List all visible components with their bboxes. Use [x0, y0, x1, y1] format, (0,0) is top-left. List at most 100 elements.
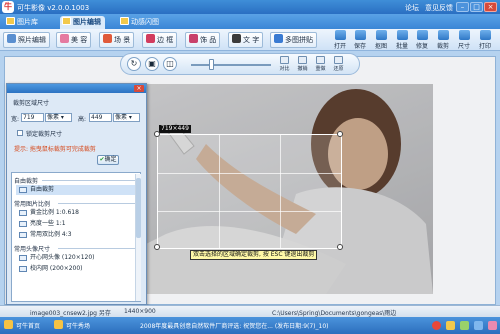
close-icon[interactable]: × [484, 2, 497, 12]
ratio-icon [19, 232, 27, 238]
title-bar: 牛 可牛影像 v2.0.0.1003 论坛 意见反馈 – □ × [0, 0, 500, 14]
scene-icon [103, 34, 112, 43]
minimize-icon[interactable]: – [456, 2, 469, 12]
feedback-link[interactable]: 意见反馈 [425, 3, 453, 13]
avatar-icon [19, 266, 27, 272]
lock-ratio-checkbox[interactable] [17, 130, 23, 136]
list-item[interactable]: 自由裁剪 [16, 185, 138, 195]
text-icon [232, 34, 241, 43]
height-label: 高: [78, 116, 87, 123]
height-input[interactable]: 449 [89, 113, 112, 122]
tab-animation[interactable]: 动感闪图 [118, 16, 163, 29]
crop-panel-header: × [7, 84, 146, 93]
zoom-slider-handle[interactable] [209, 59, 214, 70]
repair-button[interactable]: 修复 [414, 30, 430, 50]
crop-selection[interactable] [154, 131, 343, 250]
photo-edit-button[interactable]: 照片编辑 [3, 32, 50, 48]
undo-button[interactable]: 撤销 [295, 56, 310, 74]
divider [42, 180, 138, 181]
mail-icon[interactable] [446, 321, 455, 330]
crop-panel-title: 裁剪区域尺寸 [13, 100, 50, 107]
showroom-icon [54, 320, 63, 329]
undo-icon [298, 56, 307, 64]
width-unit-select[interactable]: 像素 ▾ [45, 113, 72, 122]
group-header: 常用图片比例 [14, 201, 51, 208]
zoom-slider[interactable] [191, 64, 271, 66]
fit-screen-icon[interactable]: ▣ [145, 57, 159, 71]
ratio-icon [19, 221, 27, 227]
crop-button[interactable]: 裁剪 [435, 30, 451, 50]
list-item[interactable]: 常用双比例 4:3 [16, 230, 138, 240]
status-path: C:\Users\Spring\Documents\gongeas\雨边 [272, 310, 397, 317]
scrollbar-thumb[interactable] [136, 178, 141, 238]
save-icon [354, 30, 366, 40]
cutout-icon [375, 30, 387, 40]
group-header: 自由裁剪 [14, 178, 39, 185]
crop-preset-list: 自由裁剪 自由裁剪 常用图片比例 黄金比例 1:0.618 亮度一些 1:1 常… [11, 172, 141, 302]
repair-icon [416, 30, 428, 40]
toolbar: 照片编辑 美 容 场 景 边 框 饰 品 文 字 多图拼贴 打开 保存 抠图 批… [0, 29, 500, 51]
size-button[interactable]: 尺寸 [456, 30, 472, 50]
photo-canvas[interactable]: 719×449 双击选择的区域确定裁剪, 按 ESC 键退出裁剪 [146, 84, 433, 294]
forum-link[interactable]: 论坛 [405, 3, 419, 13]
settings-icon[interactable] [474, 321, 483, 330]
width-label: 宽: [11, 116, 20, 123]
notification-icon[interactable] [432, 321, 441, 330]
open-button[interactable]: 打开 [332, 30, 348, 50]
crop-handle-top-right[interactable] [337, 131, 343, 137]
avatar-icon [19, 255, 27, 261]
ratio-icon [19, 210, 27, 216]
close-icon[interactable]: × [134, 85, 144, 92]
crop-tip: 提示: 拖曳鼠标裁剪可完成裁剪 [14, 146, 96, 153]
list-item[interactable]: 亮度一些 1:1 [16, 219, 138, 229]
home-icon [4, 320, 13, 329]
bottom-bar: 可牛首页 可牛秀场 2008年度最具创意自然软件厂商评选: 祝贺您在... (发… [0, 317, 500, 334]
collage-button[interactable]: 多图拼贴 [270, 32, 317, 48]
compare-button[interactable]: 对比 [277, 56, 292, 74]
ok-button[interactable]: ✔确定 [97, 155, 119, 165]
restore-button[interactable]: 还原 [331, 56, 346, 74]
printer-icon [479, 30, 491, 40]
width-input[interactable]: 719 [21, 113, 44, 122]
collage-icon [274, 34, 283, 43]
list-item[interactable]: 开心网头像 (120×120) [16, 253, 138, 263]
print-button[interactable]: 打印 [477, 30, 493, 50]
accessory-button[interactable]: 饰 品 [185, 32, 221, 48]
image-edit-icon [62, 17, 71, 25]
beauty-button[interactable]: 美 容 [56, 32, 92, 48]
news-ticker[interactable]: 2008年度最具创意自然软件厂商评选: 祝贺您在... (发布日期:9(7)_1… [140, 321, 328, 330]
tab-image-edit[interactable]: 图片编辑 [60, 16, 105, 29]
crop-grid-line [158, 211, 341, 212]
crop-icon [19, 187, 27, 193]
actual-size-icon[interactable]: ◫ [163, 57, 177, 71]
frame-icon [146, 34, 155, 43]
cutout-button[interactable]: 抠图 [373, 30, 389, 50]
crop-handle-bottom-left[interactable] [154, 244, 160, 250]
tab-image-library[interactable]: 图片库 [4, 16, 42, 29]
share-icon[interactable] [460, 321, 469, 330]
status-bar: image003_cnsew2.jpg 另存 1440×900 C:\Users… [0, 305, 500, 317]
showroom-link[interactable]: 可牛秀场 [66, 321, 90, 330]
height-unit-select[interactable]: 像素 ▾ [113, 113, 140, 122]
rotate-icon[interactable]: ↻ [127, 57, 141, 71]
redo-icon [316, 56, 325, 64]
status-filename: image003_cnsew2.jpg 另存 [30, 310, 111, 317]
crop-handle-top-left[interactable] [154, 131, 160, 137]
frame-button[interactable]: 边 框 [142, 32, 178, 48]
save-button[interactable]: 保存 [352, 30, 368, 50]
app-title: 可牛影像 v2.0.0.1003 [17, 4, 90, 12]
list-item[interactable]: 黄金比例 1:0.618 [16, 208, 138, 218]
home-link[interactable]: 可牛首页 [16, 321, 40, 330]
beauty-icon [60, 34, 69, 43]
crop-size-label: 719×449 [159, 125, 191, 133]
list-scrollbar[interactable] [135, 174, 141, 301]
maximize-icon[interactable]: □ [470, 2, 483, 12]
scene-button[interactable]: 场 景 [99, 32, 135, 48]
list-item[interactable]: 校内网 (200×200) [16, 264, 138, 274]
redo-button[interactable]: 重做 [313, 56, 328, 74]
text-button[interactable]: 文 字 [228, 32, 264, 48]
skin-icon[interactable] [488, 321, 497, 330]
batch-button[interactable]: 批量 [394, 30, 410, 50]
crop-handle-bottom-right[interactable] [337, 244, 343, 250]
divider [58, 248, 138, 249]
